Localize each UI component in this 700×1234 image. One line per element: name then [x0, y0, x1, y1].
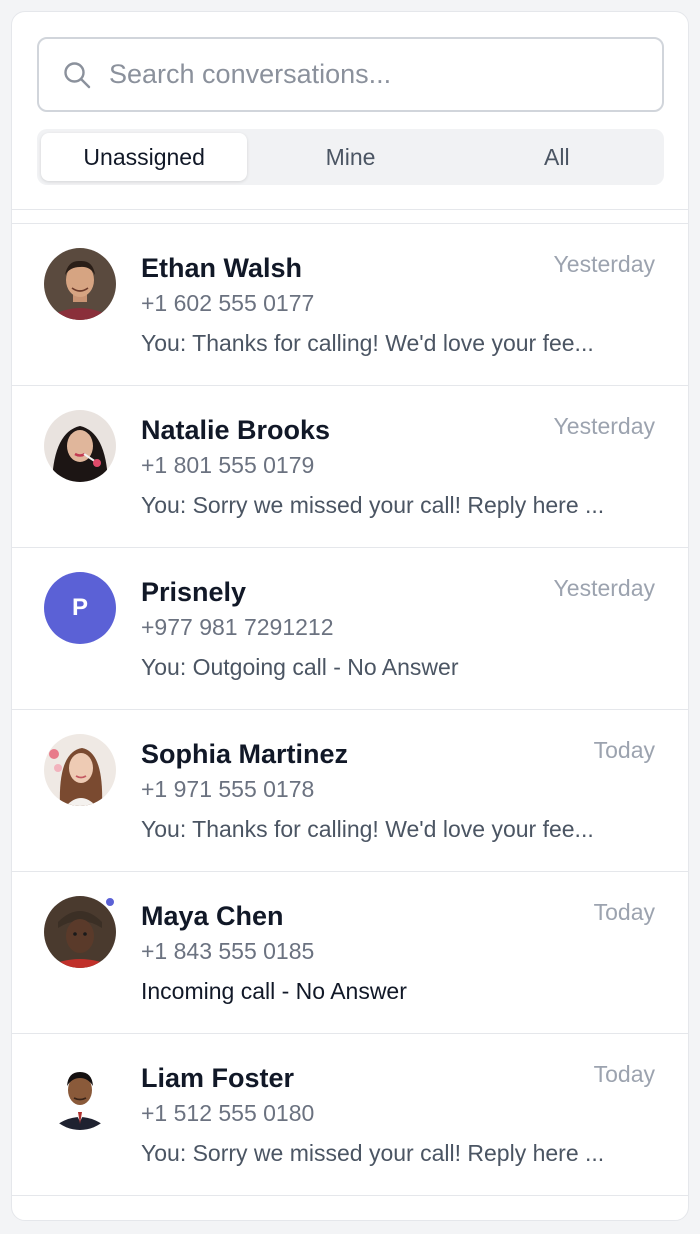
contact-phone: +1 801 555 0179	[141, 452, 315, 478]
timestamp: Today	[593, 899, 655, 925]
conversation-item[interactable]: Liam Foster Today +1 512 555 0180 You: S…	[12, 1034, 688, 1196]
tab-unassigned[interactable]: Unassigned	[41, 133, 248, 181]
contact-name: Sophia Martinez	[141, 739, 349, 769]
conversation-item[interactable]: Maya Chen Today +1 843 555 0185 Incoming…	[12, 872, 688, 1034]
contact-phone: +1 602 555 0177	[141, 290, 315, 316]
conversation-item[interactable]: Sophia Martinez Today +1 971 555 0178 Yo…	[12, 710, 688, 872]
contact-phone: +977 981 7291212	[141, 614, 334, 640]
message-preview: Incoming call - No Answer	[141, 978, 407, 1004]
avatar	[44, 896, 116, 968]
search-input[interactable]	[109, 59, 629, 90]
message-preview: You: Thanks for calling! We'd love your …	[141, 816, 594, 842]
tab-mine[interactable]: Mine	[247, 133, 453, 181]
conversation-item[interactable]: Ethan Walsh Yesterday +1 602 555 0177 Yo…	[12, 224, 688, 386]
tab-all[interactable]: All	[454, 133, 660, 181]
contact-name: Ethan Walsh	[141, 253, 303, 283]
conversations-panel: Unassigned Mine All Ethan Walsh Yesterda…	[11, 11, 689, 1221]
search-box[interactable]	[37, 37, 664, 112]
avatar	[44, 1058, 116, 1130]
contact-name: Maya Chen	[141, 901, 284, 931]
filter-tabs: Unassigned Mine All	[37, 129, 664, 185]
contact-phone: +1 971 555 0178	[141, 776, 315, 802]
message-preview: You: Sorry we missed your call! Reply he…	[141, 1140, 605, 1166]
conversation-list: Ethan Walsh Yesterday +1 602 555 0177 Yo…	[12, 223, 688, 1196]
timestamp: Yesterday	[553, 575, 655, 601]
message-preview: You: Outgoing call - No Answer	[141, 654, 459, 680]
timestamp: Yesterday	[553, 413, 655, 439]
timestamp: Today	[593, 1061, 655, 1087]
avatar	[44, 734, 116, 806]
conversation-item[interactable]: P Prisnely Yesterday +977 981 7291212 Yo…	[12, 548, 688, 710]
message-preview: You: Thanks for calling! We'd love your …	[141, 330, 594, 356]
conversation-item[interactable]: Natalie Brooks Yesterday +1 801 555 0179…	[12, 386, 688, 548]
search-icon	[61, 59, 93, 91]
avatar-initial: P	[44, 572, 116, 644]
contact-name: Prisnely	[141, 577, 247, 607]
message-preview: You: Sorry we missed your call! Reply he…	[141, 492, 605, 518]
unread-indicator	[104, 896, 116, 908]
avatar	[44, 410, 116, 482]
avatar: P	[44, 572, 116, 644]
avatar	[44, 248, 116, 320]
divider	[12, 209, 688, 210]
contact-phone: +1 843 555 0185	[141, 938, 315, 964]
contact-phone: +1 512 555 0180	[141, 1100, 315, 1126]
contact-name: Natalie Brooks	[141, 415, 331, 445]
contact-name: Liam Foster	[141, 1063, 295, 1093]
timestamp: Yesterday	[553, 251, 655, 277]
timestamp: Today	[593, 737, 655, 763]
